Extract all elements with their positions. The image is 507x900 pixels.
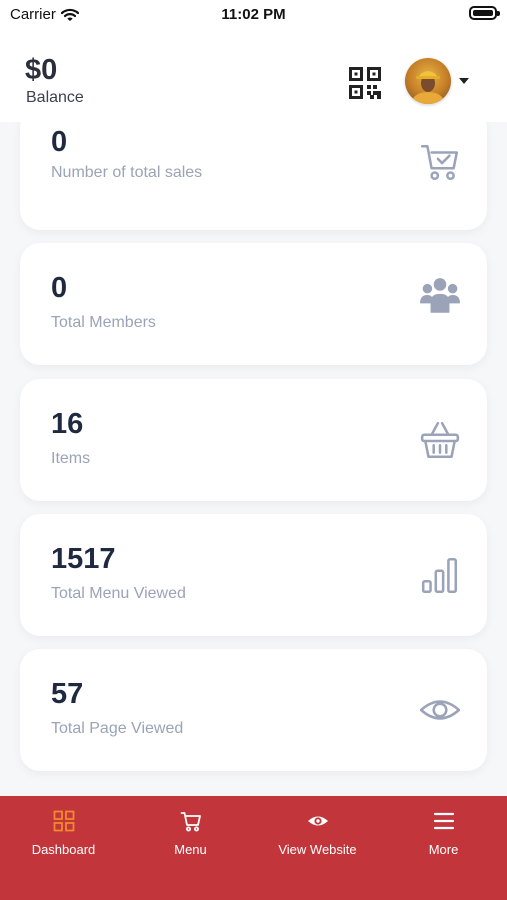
grid-icon [53, 810, 74, 832]
cart-icon [180, 812, 201, 832]
dashboard-content: 0 Number of total sales 0 Total Members … [0, 122, 507, 796]
tab-label: More [428, 842, 459, 857]
stat-value: 16 [51, 408, 84, 440]
stat-label: Total Members [51, 314, 156, 331]
stat-card-page-viewed: 57 Total Page Viewed [20, 649, 487, 771]
stat-label: Total Menu Viewed [51, 585, 186, 602]
stat-card-menu-viewed: 1517 Total Menu Viewed [20, 514, 487, 636]
status-bar: Carrier 11:02 PM [0, 0, 507, 30]
stat-value: 0 [51, 272, 68, 304]
stat-card-total-sales: 0 Number of total sales [20, 122, 487, 230]
stat-card-total-members: 0 Total Members [20, 243, 487, 365]
qr-code-icon[interactable] [349, 67, 381, 99]
bar-chart-icon [421, 557, 458, 594]
stat-value: 1517 [51, 543, 116, 575]
balance-amount: $0 [25, 54, 58, 86]
cart-check-icon [420, 144, 459, 181]
balance-label: Balance [26, 89, 84, 106]
bottom-tab-bar: Dashboard Menu View Website More [0, 796, 507, 900]
menu-icon [433, 812, 454, 830]
tab-more[interactable]: More [380, 810, 507, 857]
stat-label: Items [51, 450, 91, 467]
tab-dashboard[interactable]: Dashboard [0, 810, 127, 857]
stat-card-items: 16 Items [20, 379, 487, 501]
tab-label: View Website [278, 842, 357, 857]
stat-label: Number of total sales [51, 164, 203, 181]
eye-icon [419, 700, 461, 720]
profile-dropdown-caret[interactable] [459, 78, 469, 84]
status-time: 11:02 PM [221, 6, 286, 23]
basket-icon [420, 421, 460, 459]
tab-label: Menu [174, 842, 207, 857]
stat-value: 57 [51, 678, 84, 710]
avatar[interactable] [405, 58, 451, 104]
stat-value: 0 [51, 126, 68, 158]
tab-view-website[interactable]: View Website [254, 810, 381, 857]
tab-label: Dashboard [31, 842, 96, 857]
users-icon [420, 278, 460, 313]
battery-icon [469, 6, 500, 20]
tab-menu[interactable]: Menu [127, 810, 254, 857]
eye-icon [307, 816, 328, 826]
stat-label: Total Page Viewed [51, 720, 184, 737]
app-header: $0 Balance [0, 30, 507, 122]
